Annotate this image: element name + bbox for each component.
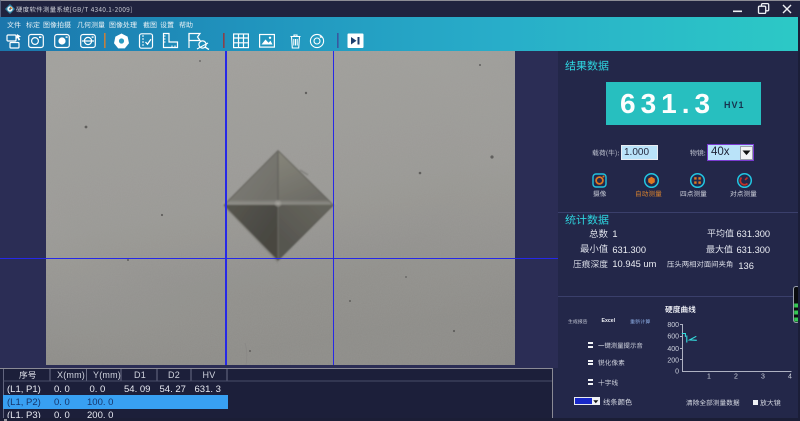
svg-text:200: 200	[667, 357, 679, 364]
svg-text:400: 400	[667, 346, 679, 353]
svg-text:4: 4	[788, 373, 792, 380]
svg-text:0: 0	[675, 368, 679, 375]
svg-text:800: 800	[667, 322, 679, 329]
svg-text:1: 1	[707, 373, 711, 380]
svg-text:600: 600	[667, 334, 679, 341]
svg-text:2: 2	[734, 373, 738, 380]
svg-text:3: 3	[761, 373, 765, 380]
